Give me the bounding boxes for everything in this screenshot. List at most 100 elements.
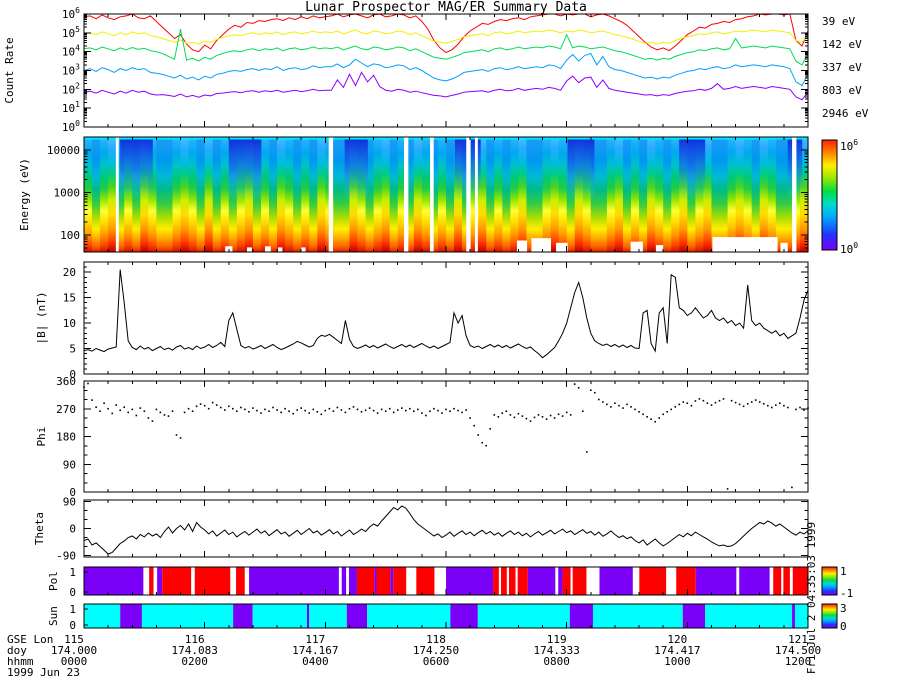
color-cell xyxy=(252,407,254,409)
color-cell xyxy=(508,567,516,595)
generated-plot-layers: 100101102103104105106Count Rate39 eV142 … xyxy=(3,6,869,674)
trace-337ev xyxy=(84,29,808,66)
panel-frame-count-rate xyxy=(83,13,809,128)
color-cell xyxy=(558,137,568,252)
legend-39ev: 39 eV xyxy=(822,15,855,28)
color-cell xyxy=(541,416,544,418)
color-cell xyxy=(449,410,451,412)
ylabel-bfield: |B| (nT) xyxy=(35,292,48,345)
colorbar-max-label: 106 xyxy=(840,138,858,153)
color-cell xyxy=(446,567,494,595)
color-cell xyxy=(803,409,805,411)
color-cell xyxy=(674,406,677,408)
color-cell xyxy=(260,412,262,414)
legend-803ev: 803 eV xyxy=(822,84,862,97)
color-cell xyxy=(735,137,745,252)
color-cell xyxy=(317,137,326,252)
color-cell xyxy=(525,417,528,420)
color-cell xyxy=(244,408,246,411)
color-cell xyxy=(754,399,757,401)
panel-frame-phi xyxy=(83,380,809,493)
color-cell xyxy=(727,137,737,252)
color-cell xyxy=(272,406,274,409)
color-cell xyxy=(779,402,781,404)
color-cell xyxy=(324,409,327,412)
color-cell xyxy=(376,412,379,414)
color-cell xyxy=(686,402,689,404)
color-cell xyxy=(344,137,368,220)
y-ticks-bfield xyxy=(84,266,808,375)
color-cell xyxy=(572,567,587,595)
color-cell xyxy=(376,567,391,595)
color-cell xyxy=(639,567,667,595)
trace-142ev xyxy=(84,29,808,45)
sun-ytick-1: 1 xyxy=(69,603,76,616)
color-cell xyxy=(405,409,407,412)
color-cell xyxy=(123,406,125,408)
color-cell xyxy=(726,488,729,490)
color-cell xyxy=(265,246,271,252)
color-cell xyxy=(228,405,230,408)
color-cell xyxy=(738,403,741,406)
color-cell xyxy=(437,409,439,412)
color-cell xyxy=(567,137,595,220)
ylabel-theta: Theta xyxy=(33,512,46,545)
color-cell xyxy=(268,410,270,412)
ylabel-phi: Phi xyxy=(35,427,48,447)
color-cell xyxy=(149,567,154,595)
color-cell xyxy=(594,391,596,394)
pol-colorbar xyxy=(821,566,838,596)
color-cell xyxy=(642,413,644,416)
color-cell xyxy=(308,412,310,414)
color-cell xyxy=(430,137,434,252)
color-cell xyxy=(638,411,640,413)
color-cell xyxy=(95,406,97,408)
color-cell xyxy=(792,137,797,252)
color-cell xyxy=(694,400,697,402)
color-cell xyxy=(316,411,319,413)
color-cell xyxy=(556,242,568,252)
color-cell xyxy=(513,416,516,419)
color-cell xyxy=(276,409,278,411)
legend-142ev: 142 eV xyxy=(822,38,862,51)
color-cell xyxy=(775,137,785,252)
color-cell xyxy=(561,415,564,417)
color-cell xyxy=(224,409,226,411)
color-cell xyxy=(714,401,717,404)
color-cell xyxy=(92,137,101,252)
footer-hhmm-0800: 0800 xyxy=(543,655,570,668)
color-cell xyxy=(256,409,258,412)
color-cell xyxy=(232,407,234,410)
ylabel-sun: Sun xyxy=(47,606,60,626)
color-cell xyxy=(602,401,604,403)
color-cell xyxy=(204,137,214,252)
trace-bfield xyxy=(84,269,808,359)
color-cell xyxy=(518,137,528,252)
color-cell xyxy=(676,567,696,595)
color-cell xyxy=(706,402,709,404)
color-cell xyxy=(421,412,423,414)
color-cell xyxy=(517,567,528,595)
color-cell xyxy=(647,137,656,252)
color-cell xyxy=(606,137,616,252)
spectrogram-ytick-1000: 1000 xyxy=(54,186,81,199)
color-cell xyxy=(175,434,178,436)
color-cell xyxy=(569,604,593,628)
color-cell xyxy=(521,415,524,417)
color-cell xyxy=(388,407,391,410)
pol-colorbar-min: -1 xyxy=(840,587,853,600)
color-cell xyxy=(248,411,250,413)
color-cell xyxy=(368,407,371,409)
color-cell xyxy=(84,604,121,628)
color-cell xyxy=(413,410,415,412)
phi-ytick-90: 90 xyxy=(63,458,76,471)
color-cell xyxy=(783,404,785,407)
color-cell xyxy=(493,414,496,416)
color-cell xyxy=(396,409,399,411)
color-cell xyxy=(465,409,467,411)
color-cell xyxy=(278,247,283,252)
plot-canvas: Lunar Prospector MAG/ER Summary Data GSE… xyxy=(0,0,900,700)
color-cell xyxy=(99,410,101,412)
bfield-ytick-20: 20 xyxy=(63,266,76,279)
color-cell xyxy=(734,401,737,404)
